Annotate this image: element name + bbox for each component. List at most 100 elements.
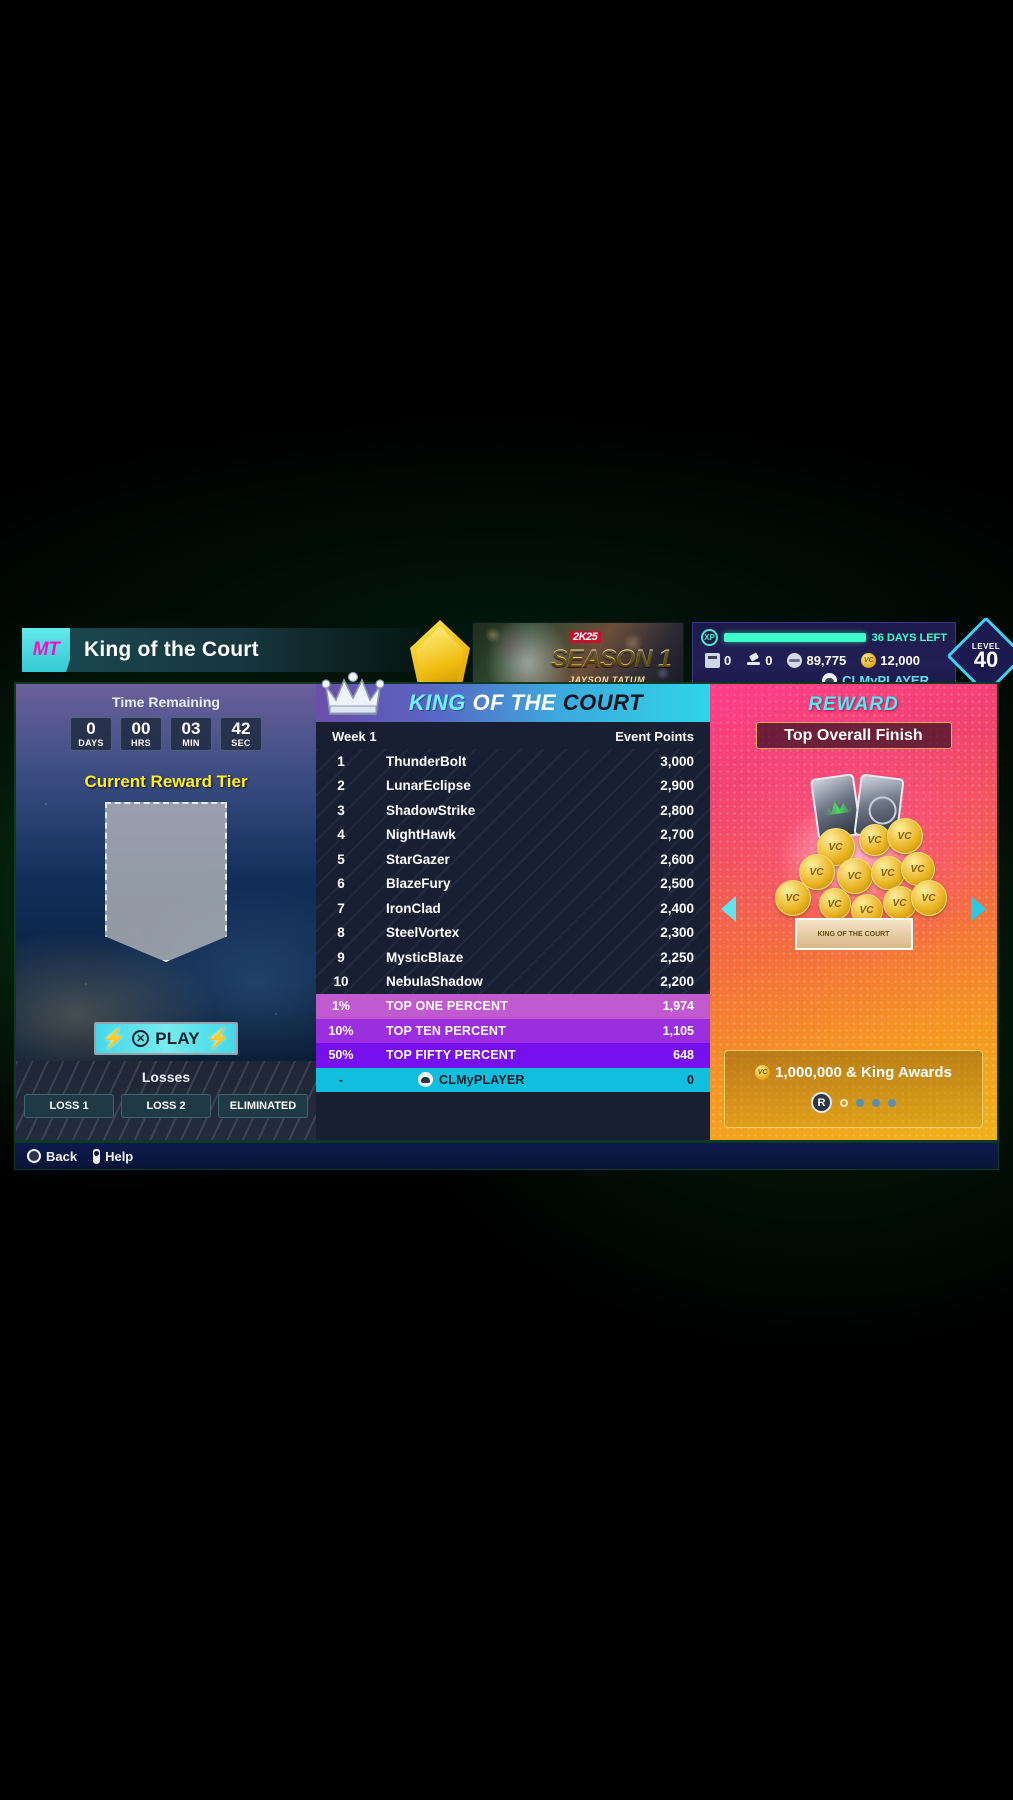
days-left-label: 36 DAYS LEFT bbox=[871, 631, 947, 644]
help-label: Help bbox=[105, 1148, 134, 1164]
back-button[interactable]: Back bbox=[27, 1149, 77, 1164]
vc-coin-icon bbox=[755, 1065, 771, 1080]
page-title-bar: MT King of the Court bbox=[22, 628, 422, 672]
table-row[interactable]: 3 ShadowStrike 2,800 bbox=[316, 798, 710, 823]
tier-points: 648 bbox=[673, 1048, 694, 1063]
page-dot-3[interactable] bbox=[872, 1098, 880, 1107]
table-row[interactable]: 8 SteelVortex 2,300 bbox=[316, 921, 710, 946]
timer-seconds-value: 42 bbox=[231, 719, 251, 738]
current-reward-tier-label: Current Reward Tier bbox=[84, 772, 248, 791]
row-points: 3,000 bbox=[660, 753, 694, 769]
timer-days-unit: DAYS bbox=[78, 738, 104, 748]
leaderboard-title: KING OF THE COURT bbox=[409, 690, 643, 716]
row-points: 2,500 bbox=[660, 876, 694, 892]
reward-title: REWARD bbox=[808, 694, 899, 715]
title-ofthe: OF THE bbox=[472, 690, 557, 715]
row-rank: 3 bbox=[337, 802, 345, 818]
page-dot-4[interactable] bbox=[888, 1098, 896, 1107]
crown-icon bbox=[322, 671, 384, 715]
left-panel: Time Remaining 0 DAYS 00 HRS 03 MIN 42 S… bbox=[16, 684, 316, 1140]
row-points: 2,250 bbox=[660, 949, 694, 965]
vc-coin-icon: VC bbox=[858, 824, 891, 856]
title-court: COURT bbox=[562, 690, 644, 715]
row-rank: 10 bbox=[333, 974, 349, 990]
r-button-icon[interactable]: R bbox=[811, 1092, 832, 1113]
row-name: SteelVortex bbox=[386, 925, 460, 941]
prev-reward-arrow-icon[interactable] bbox=[721, 896, 736, 922]
tier-rank: - bbox=[338, 1072, 344, 1087]
ticket-balance[interactable]: 0 bbox=[705, 653, 731, 668]
mt-coin-icon bbox=[787, 653, 803, 668]
column-event-points: Event Points bbox=[615, 729, 694, 744]
tier-row-top-fifty-percent[interactable]: 50% TOP FIFTY PERCENT 648 bbox=[316, 1043, 710, 1068]
help-icon bbox=[93, 1148, 101, 1164]
timer-cell-seconds: 42 SEC bbox=[220, 717, 262, 751]
timer-hours-unit: HRS bbox=[131, 738, 151, 748]
mt-value: 89,775 bbox=[806, 653, 847, 668]
table-row[interactable]: 5 StarGazer 2,600 bbox=[316, 847, 710, 872]
tier-rows: 1% TOP ONE PERCENT 1,974 10% TOP TEN PER… bbox=[316, 994, 710, 1092]
table-row[interactable]: 7 IronClad 2,400 bbox=[316, 896, 710, 921]
player-avatar-icon bbox=[418, 1072, 433, 1088]
table-row[interactable]: 9 MysticBlaze 2,250 bbox=[316, 945, 710, 970]
row-name: ShadowStrike bbox=[386, 802, 476, 818]
row-rank: 2 bbox=[337, 778, 345, 794]
xp-icon: XP bbox=[701, 629, 718, 646]
losses-label: Losses bbox=[141, 1069, 191, 1085]
tier-row-current-player[interactable]: - CLMyPLAYER 0 bbox=[316, 1067, 710, 1092]
tier-name-wrap: CLMyPLAYER bbox=[366, 1072, 618, 1088]
back-label: Back bbox=[46, 1148, 78, 1164]
row-rank: 8 bbox=[337, 925, 345, 941]
table-row[interactable]: 1 ThunderBolt 3,000 bbox=[316, 749, 710, 774]
tier-row-top-ten-percent[interactable]: 10% TOP TEN PERCENT 1,105 bbox=[316, 1018, 710, 1043]
vc-coin-icon: VC bbox=[774, 880, 811, 916]
page-dot-1[interactable] bbox=[840, 1098, 848, 1107]
lightning-bolt-icon-right: ⚡ bbox=[205, 1028, 231, 1050]
countdown-timer: 0 DAYS 00 HRS 03 MIN 42 SEC bbox=[70, 717, 262, 751]
circle-button-icon bbox=[27, 1149, 41, 1163]
level-value: 40 bbox=[973, 646, 999, 672]
mt-badge-label: MT bbox=[32, 639, 60, 660]
table-row[interactable]: 4 NightHawk 2,700 bbox=[316, 823, 710, 848]
table-row[interactable]: 10 NebulaShadow 2,200 bbox=[316, 970, 710, 995]
tier-rank: 50% bbox=[328, 1048, 354, 1063]
time-remaining-label: Time Remaining bbox=[112, 694, 220, 710]
lightning-bolt-icon-left: ⚡ bbox=[101, 1028, 127, 1050]
play-button-label: PLAY bbox=[155, 1028, 200, 1048]
row-rank: 5 bbox=[337, 851, 345, 867]
row-rank: 1 bbox=[337, 753, 345, 769]
tier-points: 1,105 bbox=[662, 1023, 694, 1038]
ticket-value: 0 bbox=[724, 653, 732, 668]
auction-value: 0 bbox=[765, 653, 773, 668]
vc-coin-icon: VC bbox=[836, 858, 873, 894]
bottom-nav-bar: Back Help bbox=[14, 1142, 999, 1170]
table-row[interactable]: 6 BlazeFury 2,500 bbox=[316, 872, 710, 897]
help-button[interactable]: Help bbox=[93, 1148, 134, 1164]
page-dot-2[interactable] bbox=[856, 1098, 864, 1107]
row-name: BlazeFury bbox=[386, 876, 451, 892]
season-name-label: SEASON 1 bbox=[551, 645, 672, 673]
row-points: 2,800 bbox=[660, 802, 694, 818]
loss-chip-row: LOSS 1 LOSS 2 ELIMINATED bbox=[24, 1094, 308, 1118]
row-name: IronClad bbox=[386, 900, 441, 916]
mt-balance[interactable]: 89,775 bbox=[787, 653, 846, 668]
page-title: King of the Court bbox=[84, 638, 259, 661]
tier-row-top-one-percent[interactable]: 1% TOP ONE PERCENT 1,974 bbox=[316, 994, 710, 1019]
play-button[interactable]: ⚡ ✕ PLAY ⚡ bbox=[94, 1022, 238, 1055]
column-week: Week 1 bbox=[332, 729, 377, 744]
main-content: Time Remaining 0 DAYS 00 HRS 03 MIN 42 S… bbox=[14, 671, 999, 1142]
timer-hours-value: 00 bbox=[131, 719, 151, 738]
season-logo-label: 2K25 bbox=[569, 631, 602, 643]
mt-mode-badge: MT bbox=[22, 628, 70, 672]
timer-days-value: 0 bbox=[86, 719, 96, 738]
loss-chip-2: LOSS 2 bbox=[121, 1094, 211, 1118]
next-reward-arrow-icon[interactable] bbox=[971, 896, 986, 922]
tier-points: 1,974 bbox=[662, 999, 694, 1014]
row-points: 2,900 bbox=[660, 778, 694, 794]
vc-coin-icon: VC bbox=[886, 818, 923, 854]
table-row[interactable]: 2 LunarEclipse 2,900 bbox=[316, 774, 710, 799]
vc-balance[interactable]: 12,000 bbox=[861, 653, 920, 668]
auction-balance[interactable]: 0 bbox=[746, 653, 772, 668]
row-name: StarGazer bbox=[386, 851, 450, 867]
reward-tier-card-placeholder[interactable] bbox=[105, 802, 227, 962]
